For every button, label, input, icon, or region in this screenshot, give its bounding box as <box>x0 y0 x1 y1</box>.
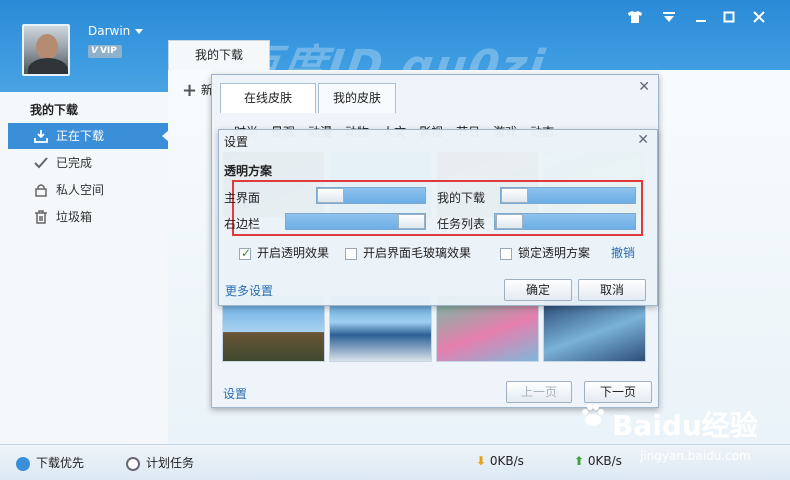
username-dropdown[interactable]: Darwin <box>88 24 144 38</box>
paw-icon <box>582 404 604 426</box>
up-arrow-icon: ⬆ <box>574 454 585 468</box>
vip-v-icon: V <box>91 46 98 56</box>
avatar[interactable] <box>22 24 70 76</box>
slider-label: 任务列表 <box>437 217 486 231</box>
sidebar-item-label: 正在下载 <box>56 129 105 143</box>
clock-icon <box>126 456 140 471</box>
baidu-logo <box>580 398 606 433</box>
sidebar-item-completed[interactable]: 已完成 <box>8 150 168 176</box>
checkbox-label: 锁定透明方案 <box>518 246 591 260</box>
vip-badge: V VIP <box>88 45 122 58</box>
avatar-body <box>28 58 68 74</box>
sidebar-item-label: 已完成 <box>56 156 93 170</box>
scheduled-task-label: 计划任务 <box>146 456 195 470</box>
ok-button[interactable]: 确定 <box>504 279 572 301</box>
tab-my-downloads[interactable]: 我的下载 <box>168 40 270 70</box>
transparency-section-title: 透明方案 <box>224 164 273 178</box>
slider-handle[interactable] <box>398 214 425 229</box>
settings-title: 设置 <box>224 135 249 149</box>
slider-label: 右边栏 <box>224 217 261 231</box>
sidebar-item-label: 垃圾箱 <box>56 210 93 224</box>
task-list-transparency-slider[interactable] <box>494 213 636 230</box>
chevron-down-icon <box>135 29 144 34</box>
undo-link[interactable]: 撤销 <box>611 244 635 261</box>
slider-label: 主界面 <box>224 191 261 205</box>
lock-transparency-checkbox[interactable]: 锁定透明方案 <box>500 244 590 261</box>
tab-my-skins[interactable]: 我的皮肤 <box>318 83 396 113</box>
sidebar-item-downloading[interactable]: 正在下载 <box>8 123 169 149</box>
priority-icon <box>16 456 30 471</box>
download-priority-label: 下载优先 <box>36 456 85 470</box>
trash-icon <box>35 210 47 224</box>
skin-settings-link[interactable]: 设置 <box>223 385 247 402</box>
skin-shirt-icon[interactable] <box>626 10 644 28</box>
download-speed: ⬇ 0KB/s <box>476 454 524 468</box>
my-downloads-transparency-slider[interactable] <box>500 187 636 204</box>
tab-online-skins[interactable]: 在线皮肤 <box>220 83 316 113</box>
upload-speed: ⬆ 0KB/s <box>574 454 622 468</box>
checkbox-box[interactable] <box>345 247 357 260</box>
close-icon[interactable]: ✕ <box>637 132 649 148</box>
status-bar: 下载优先 计划任务 ⬇ 0KB/s ⬆ 0KB/s jingyan.baidu.… <box>0 444 790 480</box>
slider-handle[interactable] <box>501 188 528 203</box>
minimize-icon[interactable] <box>692 10 710 28</box>
menu-icon[interactable] <box>660 10 678 28</box>
scheduled-task-button[interactable]: 计划任务 <box>126 454 194 471</box>
baidu-jingyan-logo: Baidu经验 <box>612 409 758 442</box>
avatar-face <box>36 34 58 60</box>
checkbox-box[interactable] <box>239 246 251 260</box>
enable-frosted-glass-checkbox[interactable]: 开启界面毛玻璃效果 <box>345 244 471 261</box>
cancel-button[interactable]: 取消 <box>578 279 646 301</box>
down-arrow-icon: ⬇ <box>476 454 487 468</box>
check-icon <box>34 157 48 169</box>
close-icon[interactable]: ✕ <box>638 79 650 95</box>
sidebar-item-label: 私人空间 <box>56 183 105 197</box>
sidebar-item-private[interactable]: 私人空间 <box>8 177 168 203</box>
lock-icon <box>35 184 47 197</box>
transparency-settings-popup: 设置 ✕ 透明方案 主界面 我的下载 右边栏 任务列表 开启透明效果 开启界面毛… <box>218 129 658 306</box>
slider-label: 我的下载 <box>437 191 486 205</box>
download-priority-button[interactable]: 下载优先 <box>16 454 84 471</box>
more-settings-link[interactable]: 更多设置 <box>225 282 273 299</box>
username-label: Darwin <box>88 24 131 38</box>
sidebar: 我的下载 正在下载 已完成 私人空间 垃圾箱 <box>0 92 169 444</box>
download-icon <box>34 130 48 143</box>
right-sidebar-transparency-slider[interactable] <box>285 213 426 230</box>
slider-handle[interactable] <box>317 188 344 203</box>
plus-icon: + <box>182 80 198 101</box>
checkbox-label: 开启界面毛玻璃效果 <box>363 246 472 260</box>
close-icon[interactable] <box>750 10 768 28</box>
slider-handle[interactable] <box>496 214 523 229</box>
maximize-icon[interactable] <box>720 10 738 28</box>
enable-transparency-checkbox[interactable]: 开启透明效果 <box>239 244 329 261</box>
baidu-url: jingyan.baidu.com <box>640 449 751 463</box>
prev-page-button[interactable]: 上一页 <box>506 381 572 403</box>
checkbox-box[interactable] <box>500 247 512 260</box>
main-window-transparency-slider[interactable] <box>316 187 426 204</box>
sidebar-title: 我的下载 <box>30 103 79 117</box>
checkbox-label: 开启透明效果 <box>257 246 330 260</box>
sidebar-item-trash[interactable]: 垃圾箱 <box>8 204 168 230</box>
